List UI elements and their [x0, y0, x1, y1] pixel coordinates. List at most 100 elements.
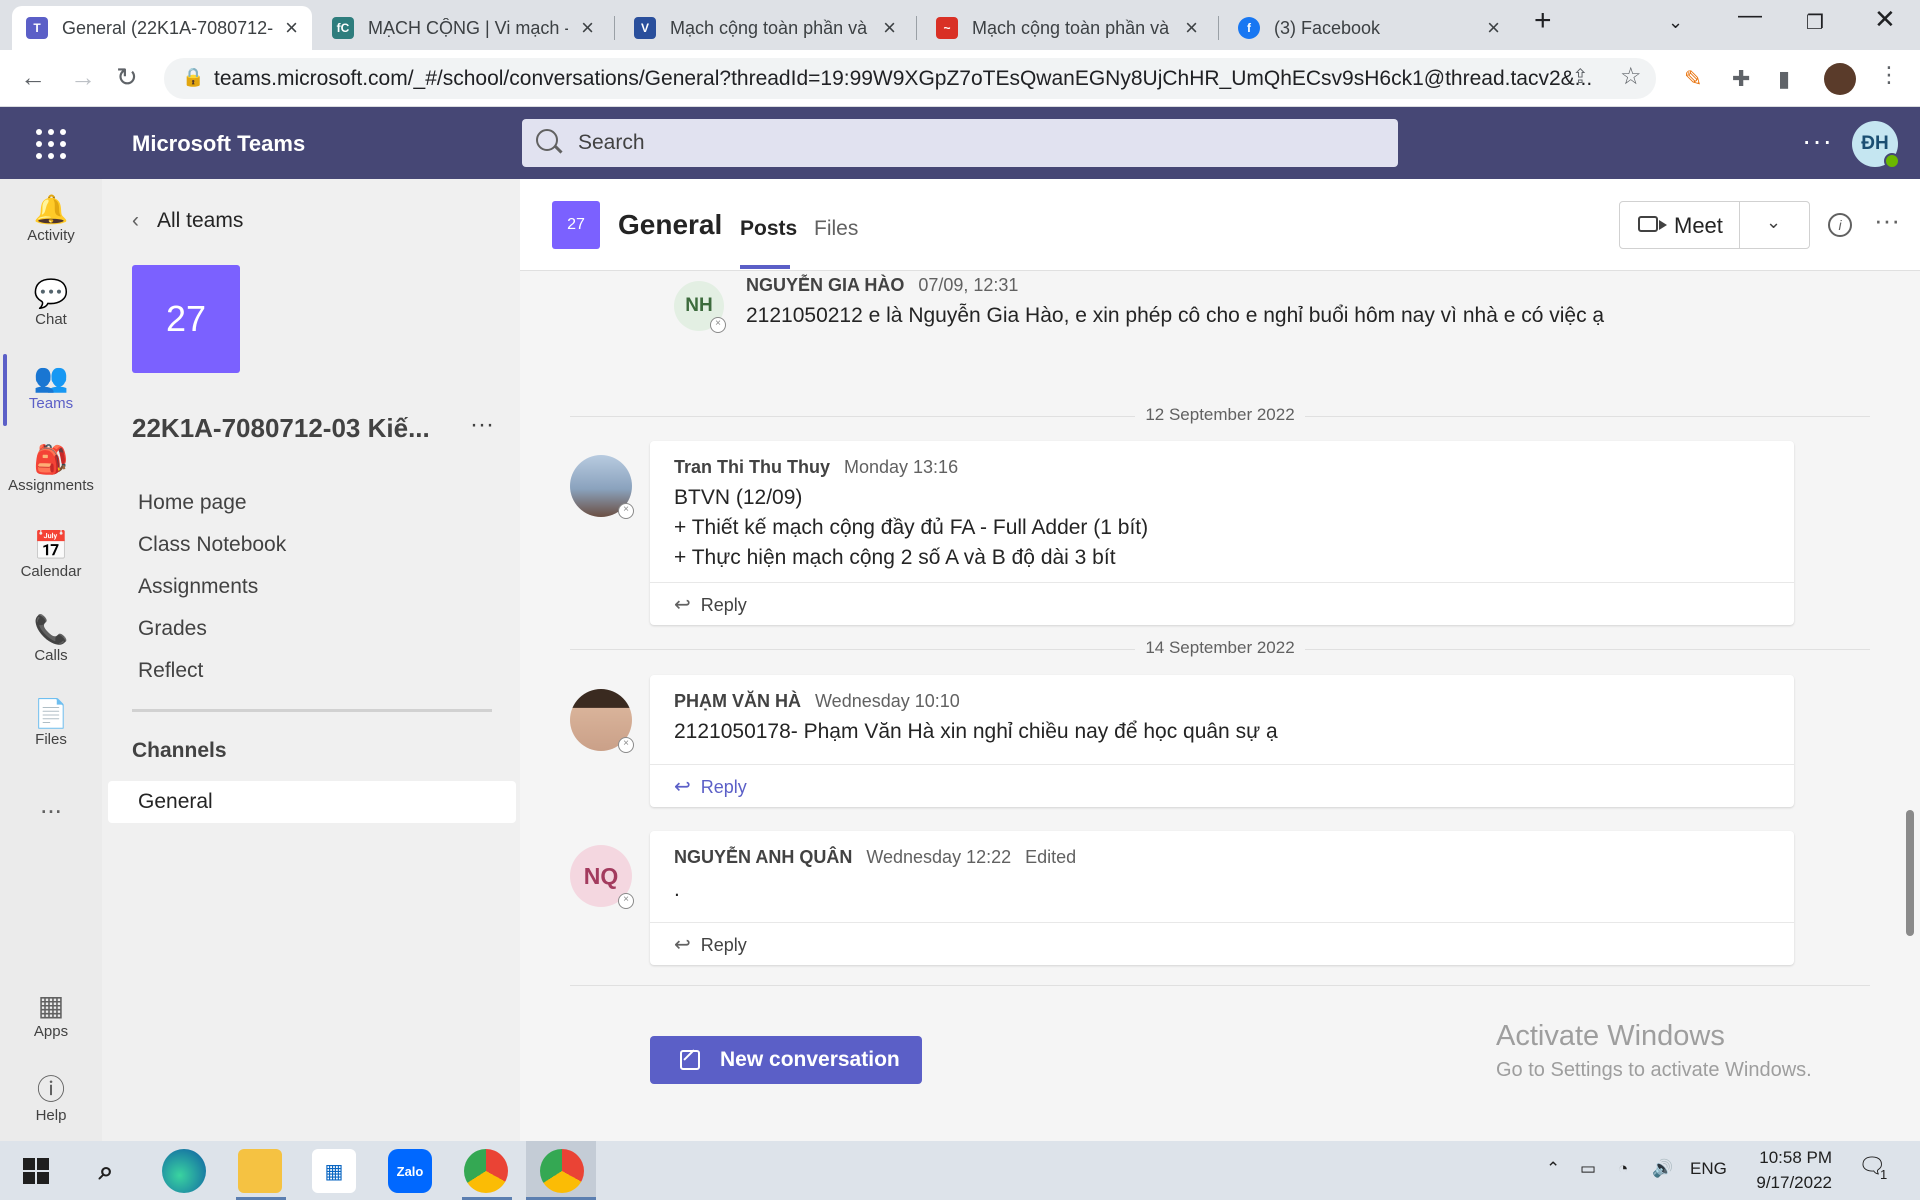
- chevron-down-icon[interactable]: ⌄: [1766, 212, 1781, 233]
- post-author[interactable]: NGUYỄN GIA HÀO 07/09, 12:31: [746, 275, 1018, 296]
- post-author[interactable]: PHẠM VĂN HÀ Wednesday 10:10: [674, 691, 960, 712]
- meet-button[interactable]: Meet ⌄: [1619, 201, 1810, 249]
- rail-more-apps-icon[interactable]: ...: [0, 789, 102, 820]
- post-time: 07/09, 12:31: [918, 275, 1019, 295]
- reply-link[interactable]: ↩ Reply: [674, 592, 747, 617]
- reply-row[interactable]: ↩ Reply: [650, 582, 1794, 624]
- close-tab-icon[interactable]: ×: [883, 15, 896, 41]
- edited-label: Edited: [1025, 847, 1077, 867]
- app-rail: 🔔 Activity 💬 Chat 👥 Teams 🎒 Assignments …: [0, 179, 102, 1141]
- taskbar-search-icon[interactable]: ⌕: [84, 1149, 128, 1193]
- team-tab-grades[interactable]: Grades: [138, 617, 207, 641]
- reply-row[interactable]: ↩ Reply: [650, 922, 1794, 964]
- reply-row[interactable]: ↩ Reply: [650, 764, 1794, 806]
- forward-icon[interactable]: →: [70, 62, 96, 93]
- browser-tab-title: MẠCH CỘNG | Vi mạch -: [368, 17, 568, 38]
- close-tab-icon[interactable]: ×: [1185, 15, 1198, 41]
- avatar-photo[interactable]: ×: [570, 455, 634, 519]
- watermark-subtitle: Go to Settings to activate Windows.: [1496, 1059, 1812, 1081]
- tab-files[interactable]: Files: [814, 217, 858, 241]
- rail-label: Apps: [33, 1023, 69, 1040]
- file-explorer-icon[interactable]: [238, 1149, 282, 1193]
- rail-item-files[interactable]: 📄 Files: [0, 697, 102, 748]
- windows-start-icon[interactable]: [14, 1149, 58, 1193]
- site-favicon-icon: ~: [936, 17, 958, 39]
- post-author[interactable]: Tran Thi Thu Thuy Monday 13:16: [674, 457, 958, 478]
- pen-extension-icon[interactable]: ✎: [1684, 66, 1702, 92]
- restore-icon[interactable]: ❐: [1806, 10, 1824, 35]
- chrome-icon[interactable]: [464, 1149, 508, 1193]
- extensions-puzzle-icon[interactable]: ✚: [1732, 66, 1750, 92]
- reload-icon[interactable]: ↻: [116, 62, 138, 93]
- share-icon[interactable]: ⇪: [1572, 64, 1589, 89]
- post-card: NGUYỄN ANH QUÂN Wednesday 12:22 Edited . ↩…: [650, 831, 1794, 965]
- post-author[interactable]: NGUYỄN ANH QUÂN Wednesday 12:22 Edited: [674, 847, 1076, 868]
- close-tab-icon[interactable]: ×: [581, 15, 594, 41]
- new-tab-icon[interactable]: +: [1534, 4, 1552, 38]
- rail-item-activity[interactable]: 🔔 Activity: [0, 193, 102, 244]
- team-more-icon[interactable]: ···: [470, 411, 494, 439]
- browser-menu-icon[interactable]: ⋮: [1878, 62, 1900, 88]
- close-tab-icon[interactable]: ×: [285, 15, 298, 41]
- team-tab-assignments[interactable]: Assignments: [138, 575, 258, 599]
- scrollbar-thumb[interactable]: [1906, 810, 1914, 936]
- reply-link[interactable]: ↩ Reply: [674, 774, 747, 799]
- browser-profile-avatar[interactable]: [1824, 63, 1856, 95]
- rail-item-apps[interactable]: ▦ Apps: [0, 989, 102, 1040]
- browser-tab-facebook[interactable]: f (3) Facebook ×: [1224, 6, 1514, 50]
- rail-label: Chat: [35, 311, 67, 328]
- rail-item-chat[interactable]: 💬 Chat: [0, 277, 102, 328]
- app-title: Microsoft Teams: [132, 131, 306, 156]
- post-line: + Thiết kế mạch cộng đầy đủ FA - Full Ad…: [674, 516, 1149, 539]
- all-teams-link[interactable]: ‹ All teams: [132, 209, 243, 233]
- bookmark-star-icon[interactable]: ☆: [1620, 62, 1642, 91]
- close-window-icon[interactable]: ✕: [1874, 4, 1896, 35]
- reply-link[interactable]: ↩ Reply: [674, 932, 747, 957]
- browser-tab-teams[interactable]: T General (22K1A-7080712- ×: [12, 6, 312, 50]
- microsoft-store-icon[interactable]: ▦: [312, 1149, 356, 1193]
- avatar-photo[interactable]: ×: [570, 689, 634, 753]
- battery-icon[interactable]: ▭: [1580, 1159, 1596, 1179]
- browser-tab-mach-cong-2[interactable]: V Mạch cộng toàn phần và ×: [620, 6, 910, 50]
- close-tab-icon[interactable]: ×: [1487, 15, 1500, 41]
- chrome-profile-icon[interactable]: [540, 1149, 584, 1193]
- rail-item-calendar[interactable]: 📅 Calendar: [0, 529, 102, 580]
- channel-info-icon[interactable]: i: [1828, 213, 1852, 237]
- browser-tab-title: Mạch cộng toàn phần và: [670, 17, 868, 38]
- tab-separator: [1218, 16, 1219, 40]
- taskbar-clock[interactable]: 10:58 PM 9/17/2022: [1732, 1145, 1832, 1195]
- rail-item-assignments[interactable]: 🎒 Assignments: [0, 443, 102, 494]
- edge-browser-icon[interactable]: [162, 1149, 206, 1193]
- address-bar[interactable]: 🔒 teams.microsoft.com/_#/school/conversa…: [164, 58, 1656, 99]
- team-tab-home-page[interactable]: Home page: [138, 491, 247, 515]
- team-name[interactable]: 22K1A-7080712-03 Kiế...: [132, 413, 430, 444]
- site-favicon-icon: V: [634, 17, 656, 39]
- tab-search-icon[interactable]: ⌄: [1668, 12, 1683, 33]
- rail-item-teams[interactable]: 👥 Teams: [0, 361, 102, 412]
- input-language[interactable]: ENG: [1690, 1159, 1727, 1179]
- team-tab-class-notebook[interactable]: Class Notebook: [138, 533, 286, 557]
- new-conversation-button[interactable]: New conversation: [650, 1036, 922, 1084]
- tab-posts[interactable]: Posts: [740, 217, 797, 241]
- avatar[interactable]: NQ ×: [570, 845, 634, 909]
- rail-item-help[interactable]: ⓘ Help: [0, 1073, 102, 1124]
- tray-chevron-up-icon[interactable]: ⌃: [1546, 1159, 1560, 1179]
- back-icon[interactable]: ←: [20, 62, 46, 93]
- chat-icon: 💬: [33, 278, 69, 309]
- search-input[interactable]: Search: [522, 119, 1398, 167]
- browser-tab-mach-cong[interactable]: fC MẠCH CỘNG | Vi mạch - ×: [318, 6, 608, 50]
- settings-more-icon[interactable]: ···: [1802, 125, 1833, 157]
- zalo-app-icon[interactable]: Zalo: [388, 1149, 432, 1193]
- channel-more-icon[interactable]: ···: [1874, 205, 1900, 236]
- volume-icon[interactable]: 🔊: [1652, 1159, 1673, 1179]
- wifi-icon[interactable]: ◔: [1618, 1159, 1628, 1179]
- browser-tab-mach-cong-3[interactable]: ~ Mạch cộng toàn phần và ×: [922, 6, 1212, 50]
- site-favicon-icon: fC: [332, 17, 354, 39]
- user-avatar[interactable]: ĐH: [1852, 121, 1900, 169]
- channel-item-general[interactable]: General: [108, 781, 516, 823]
- side-panel-icon[interactable]: ▮: [1778, 66, 1790, 92]
- minimize-icon[interactable]: —: [1738, 2, 1762, 30]
- app-launcher-icon[interactable]: [36, 129, 66, 159]
- team-tab-reflect[interactable]: Reflect: [138, 659, 203, 683]
- rail-item-calls[interactable]: 📞 Calls: [0, 613, 102, 664]
